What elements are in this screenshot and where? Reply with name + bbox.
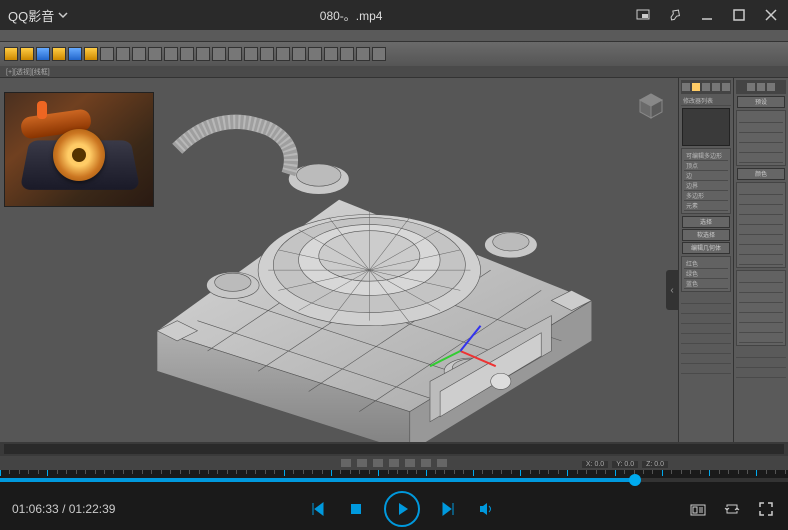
fullscreen-button[interactable] xyxy=(756,499,776,519)
toolbar-icon xyxy=(356,47,370,61)
panel-button: 编辑几何体 xyxy=(682,242,730,254)
repeat-button[interactable] xyxy=(722,499,742,519)
play-button[interactable] xyxy=(384,491,420,527)
toolbar-icon xyxy=(196,47,210,61)
total-time: 01:22:39 xyxy=(69,502,116,516)
toolbar-icon xyxy=(52,47,66,61)
reference-image xyxy=(4,92,154,207)
software-subtoolbar: [+][透视][线框] xyxy=(0,66,788,78)
modifier-list-label: 修改器列表 xyxy=(681,96,731,106)
toolbar-icon xyxy=(68,47,82,61)
progress-thumb[interactable] xyxy=(629,474,641,486)
toolbar-icon xyxy=(340,47,354,61)
window-controls xyxy=(634,6,780,24)
right-panels: 修改器列表 可编辑多边形 顶点 边 边界 多边形 元素 选择 软选择 编辑几何体… xyxy=(678,78,788,442)
animation-timeline xyxy=(4,444,784,454)
subbar-tab: [+][透视][线框] xyxy=(6,67,50,77)
minimize-button[interactable] xyxy=(698,6,716,24)
toolbar-icon xyxy=(148,47,162,61)
player-controls: 01:06:33 / 01:22:39 xyxy=(0,488,788,530)
close-button[interactable] xyxy=(762,6,780,24)
progress-ticks xyxy=(0,470,788,476)
time-display: 01:06:33 / 01:22:39 xyxy=(12,502,115,516)
software-bottom-bar: X: 0.0 Y: 0.0 Z: 0.0 xyxy=(0,442,788,470)
volume-button[interactable] xyxy=(476,499,496,519)
stop-button[interactable] xyxy=(346,499,366,519)
toolbar-icon xyxy=(228,47,242,61)
toolbar-icon xyxy=(372,47,386,61)
toolbar-icon xyxy=(100,47,114,61)
panel-button: 选择 xyxy=(682,216,730,228)
progress-fill xyxy=(0,478,635,482)
secondary-panel: 预设 颜色 xyxy=(733,78,788,442)
titlebar: QQ影音 080-。.mp4 xyxy=(0,0,788,30)
edge-expand-tab: ‹ xyxy=(666,270,678,310)
viewcube-icon xyxy=(634,90,668,124)
toolbar-icon xyxy=(180,47,194,61)
status-readout: X: 0.0 Y: 0.0 Z: 0.0 xyxy=(582,461,668,468)
modifier-panel: 修改器列表 可编辑多边形 顶点 边 边界 多边形 元素 选择 软选择 编辑几何体… xyxy=(678,78,733,442)
app-title[interactable]: QQ影音 xyxy=(8,6,68,25)
toolbar-icon xyxy=(308,47,322,61)
toolbar-icon xyxy=(244,47,258,61)
toolbar-icon xyxy=(132,47,146,61)
software-menubar xyxy=(0,30,788,42)
file-title: 080-。.mp4 xyxy=(68,7,634,24)
app-name-label: QQ影音 xyxy=(8,6,54,25)
material-swatch xyxy=(682,108,730,146)
pin-button[interactable] xyxy=(666,6,684,24)
toolbar-icon xyxy=(292,47,306,61)
toolbar-icon xyxy=(36,47,50,61)
maximize-button[interactable] xyxy=(730,6,748,24)
toolbar-icon xyxy=(84,47,98,61)
toolbar-icon xyxy=(164,47,178,61)
animation-controls xyxy=(0,456,788,470)
chevron-down-icon xyxy=(58,10,68,20)
toolbar-icon xyxy=(324,47,338,61)
toolbar-icon xyxy=(20,47,34,61)
toolbar-icon xyxy=(4,47,18,61)
toolbar-icon xyxy=(276,47,290,61)
toolbar-icon xyxy=(116,47,130,61)
open-file-button[interactable] xyxy=(688,499,708,519)
next-button[interactable] xyxy=(438,499,458,519)
panel-button: 软选择 xyxy=(682,229,730,241)
progress-bar[interactable] xyxy=(0,470,788,488)
software-toolbar xyxy=(0,42,788,66)
prev-button[interactable] xyxy=(308,499,328,519)
toolbar-icon xyxy=(260,47,274,61)
toolbar-icon xyxy=(212,47,226,61)
video-content: [+][透视][线框] xyxy=(0,30,788,470)
current-time: 01:06:33 xyxy=(12,502,59,516)
pip-button[interactable] xyxy=(634,6,652,24)
